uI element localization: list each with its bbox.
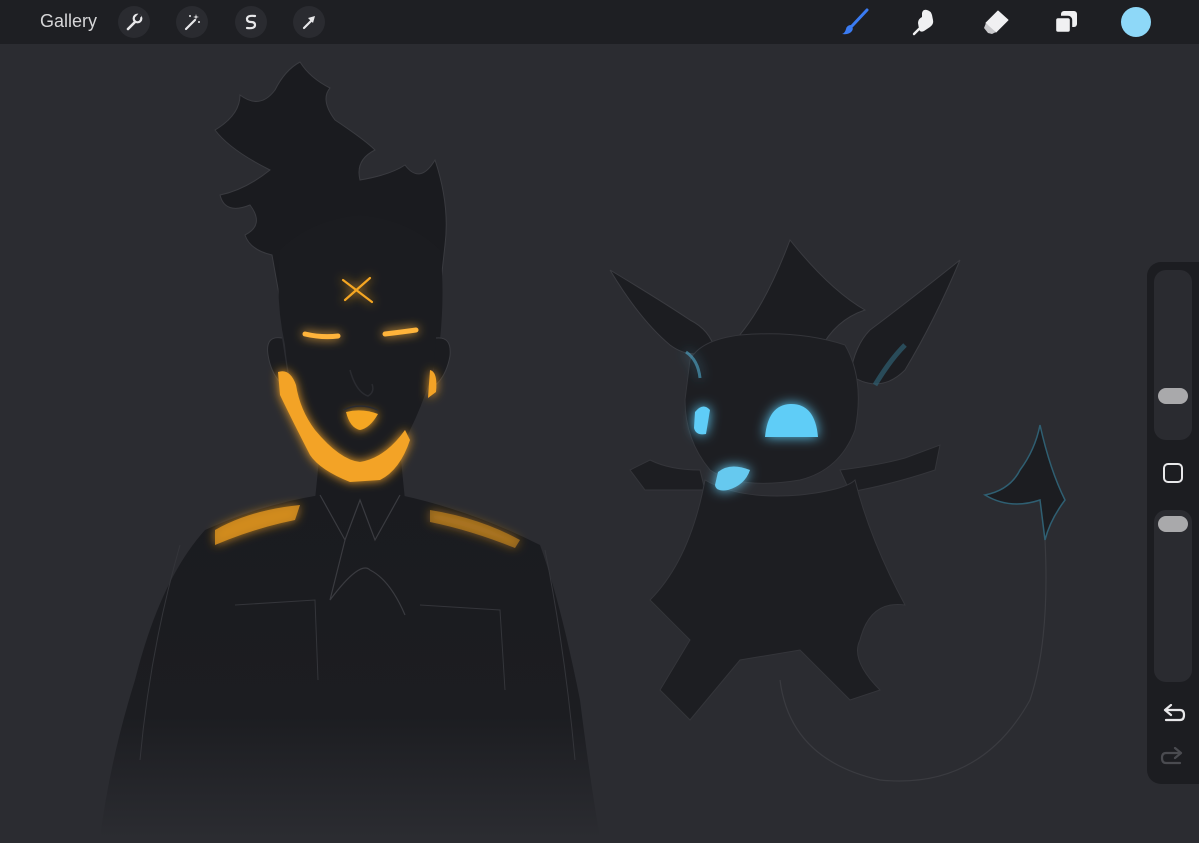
layers-button[interactable] [1050,6,1082,38]
color-picker-button[interactable] [1121,7,1151,37]
adjustments-button[interactable] [176,6,208,38]
smudge-icon [910,7,940,37]
redo-icon [1160,746,1186,773]
gallery-button[interactable]: Gallery [40,11,97,32]
human-figure [100,61,600,838]
brush-icon [840,7,870,37]
drawing-canvas[interactable] [0,44,1199,838]
opacity-thumb[interactable] [1158,515,1188,532]
brush-size-slider[interactable] [1154,270,1192,440]
transform-button[interactable] [293,6,325,38]
undo-icon [1160,703,1186,730]
eraser-icon [981,7,1011,37]
side-toolbar [1147,262,1199,784]
square-modify-icon [1162,463,1184,488]
magic-wand-icon [182,12,202,32]
selection-s-icon [241,12,261,32]
actions-button[interactable] [118,6,150,38]
eraser-button[interactable] [980,6,1012,38]
artwork [100,61,1066,838]
creature-figure [609,239,1066,782]
top-toolbar: Gallery [0,0,1199,44]
modify-button[interactable] [1162,462,1184,484]
wrench-icon [124,12,144,32]
smudge-button[interactable] [909,6,941,38]
selection-button[interactable] [235,6,267,38]
redo-button[interactable] [1160,746,1186,769]
opacity-slider[interactable] [1154,510,1192,682]
brush-size-thumb[interactable] [1158,388,1188,405]
brush-button[interactable] [839,6,871,38]
layers-icon [1051,7,1081,37]
transform-arrow-icon [299,12,319,32]
undo-button[interactable] [1160,703,1186,726]
